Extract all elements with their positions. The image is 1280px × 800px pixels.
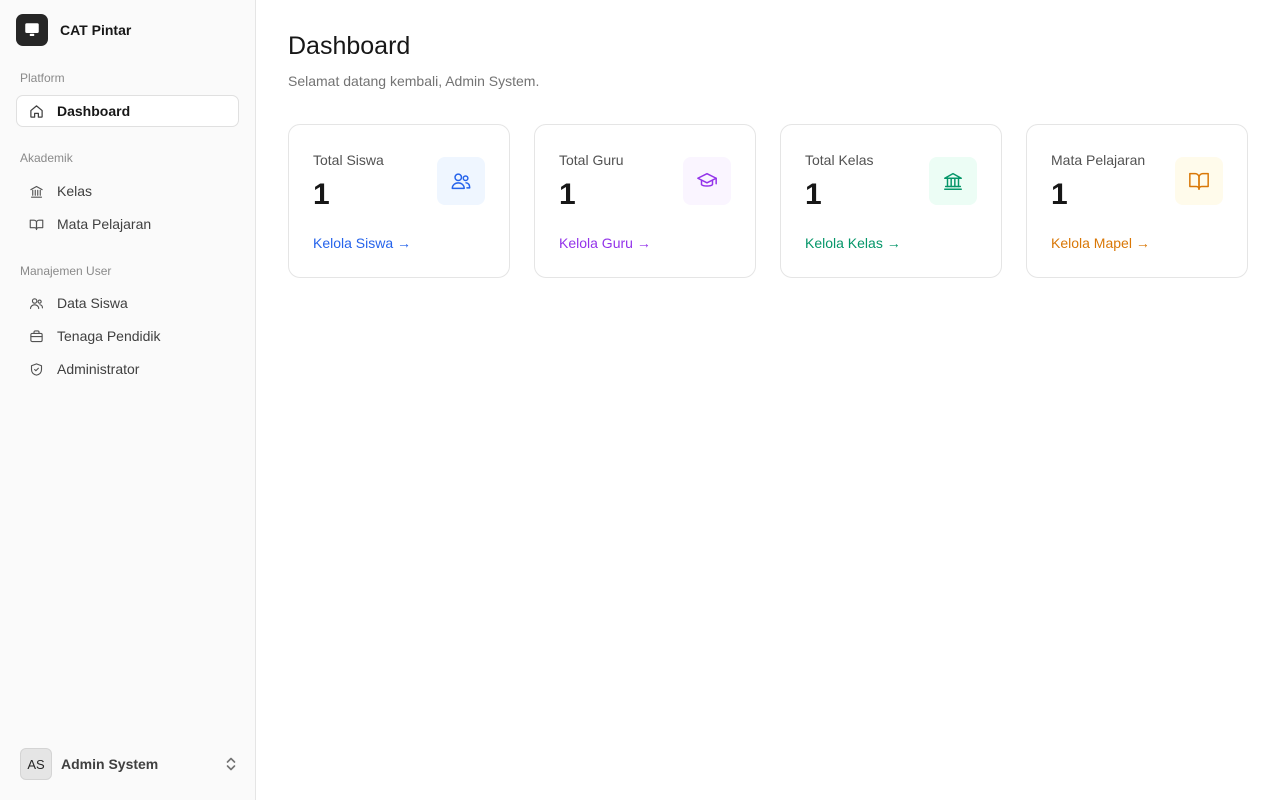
- sidebar-item-dashboard[interactable]: Dashboard: [16, 95, 239, 127]
- card-value: 1: [313, 178, 330, 211]
- sidebar-item-label: Kelas: [57, 183, 93, 199]
- users-icon: [437, 157, 485, 205]
- book-icon: [28, 216, 45, 233]
- avatar: AS: [20, 748, 52, 780]
- page-subtitle: Selamat datang kembali, Admin System.: [288, 73, 540, 89]
- manage-mapel-link[interactable]: Kelola Mapel →: [1051, 235, 1150, 251]
- card-label: Total Kelas: [805, 152, 874, 168]
- chevrons-up-down-icon: [224, 755, 238, 773]
- book-open-icon: [1175, 157, 1223, 205]
- stat-card-kelas: Total Kelas 1 Kelola Kelas →: [780, 124, 1002, 278]
- group-label-akademik: Akademik: [20, 151, 73, 165]
- brand[interactable]: CAT Pintar: [16, 14, 131, 46]
- graduation-cap-icon: [683, 157, 731, 205]
- card-value: 1: [1051, 178, 1068, 211]
- shield-icon: [28, 361, 45, 378]
- sidebar-item-label: Administrator: [57, 361, 140, 377]
- stat-card-guru: Total Guru 1 Kelola Guru →: [534, 124, 756, 278]
- sidebar-item-label: Mata Pelajaran: [57, 216, 152, 232]
- sidebar-item-label: Dashboard: [57, 103, 131, 119]
- briefcase-icon: [28, 328, 45, 345]
- sidebar-item-kelas[interactable]: Kelas: [16, 175, 239, 207]
- sidebar-item-label: Tenaga Pendidik: [57, 328, 161, 344]
- sidebar-item-administrator[interactable]: Administrator: [16, 353, 239, 385]
- stat-card-siswa: Total Siswa 1 Kelola Siswa →: [288, 124, 510, 278]
- card-value: 1: [805, 178, 822, 211]
- manage-guru-link[interactable]: Kelola Guru →: [559, 235, 651, 251]
- user-name: Admin System: [61, 756, 159, 772]
- sidebar-item-label: Data Siswa: [57, 295, 128, 311]
- sidebar-item-mata-pelajaran[interactable]: Mata Pelajaran: [16, 208, 239, 240]
- building-icon: [28, 183, 45, 200]
- manage-siswa-link[interactable]: Kelola Siswa →: [313, 235, 411, 251]
- card-label: Total Siswa: [313, 152, 384, 168]
- page-title: Dashboard: [288, 32, 411, 60]
- stat-card-mapel: Mata Pelajaran 1 Kelola Mapel →: [1026, 124, 1248, 278]
- card-value: 1: [559, 178, 576, 211]
- sidebar: CAT Pintar Platform Dashboard Akademik K…: [0, 0, 256, 800]
- user-menu[interactable]: AS Admin System: [20, 748, 238, 780]
- building-icon: [929, 157, 977, 205]
- group-label-manajemen-user: Manajemen User: [20, 264, 112, 278]
- group-label-platform: Platform: [20, 71, 65, 85]
- sidebar-item-data-siswa[interactable]: Data Siswa: [16, 287, 239, 319]
- app-logo-icon: [16, 14, 48, 46]
- card-label: Total Guru: [559, 152, 624, 168]
- manage-kelas-link[interactable]: Kelola Kelas →: [805, 235, 901, 251]
- app-name: CAT Pintar: [60, 22, 132, 38]
- home-icon: [28, 103, 45, 120]
- users-icon: [28, 295, 45, 312]
- card-label: Mata Pelajaran: [1051, 152, 1146, 168]
- sidebar-item-tenaga-pendidik[interactable]: Tenaga Pendidik: [16, 320, 239, 352]
